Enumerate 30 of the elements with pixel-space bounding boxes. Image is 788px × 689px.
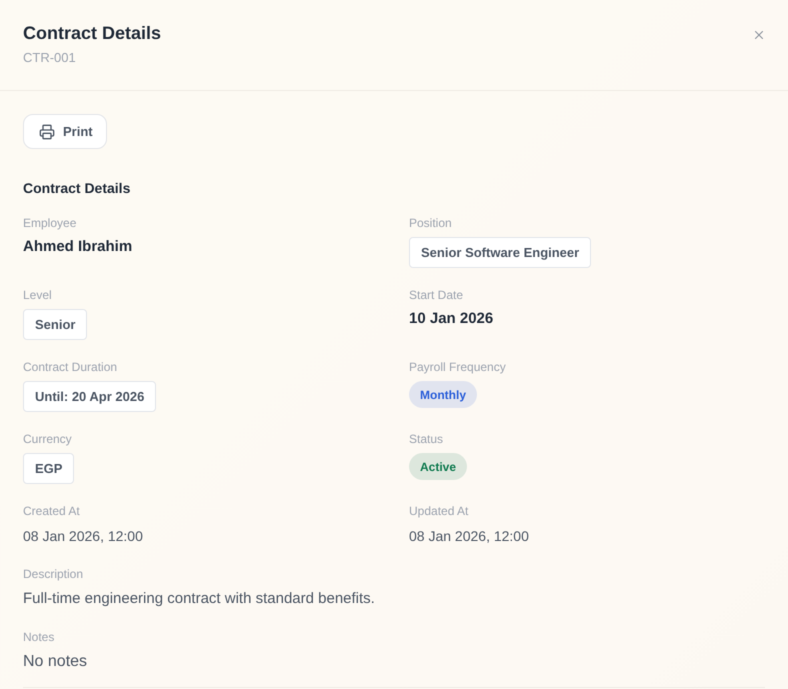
printer-icon [39, 124, 55, 140]
value-tag: EGP [23, 453, 74, 484]
field-label: Payroll Frequency [409, 360, 506, 375]
field-label: Description [23, 567, 84, 582]
field-label: Employee [23, 216, 76, 231]
value-tag: Until: 20 Apr 2026 [23, 381, 156, 412]
status-pill: Active [409, 453, 468, 480]
field-label: Currency [23, 432, 72, 447]
field-label: Notes [23, 630, 54, 645]
close-icon[interactable] [752, 28, 766, 42]
field-value: 08 Jan 2026, 12:00 [23, 527, 143, 546]
print-button[interactable]: Print [23, 114, 107, 149]
field-value: 10 Jan 2026 [409, 309, 494, 329]
notes-text: No notes [23, 652, 88, 672]
description-text: Full-time engineering contract with standard benefits. [23, 589, 375, 609]
field-value: Ahmed Ibrahim [23, 237, 132, 257]
field-label: Contract Duration [23, 360, 118, 375]
section-heading: Contract Details [23, 179, 132, 197]
field-label: Status [409, 432, 444, 447]
dialog-title: Contract Details [23, 22, 162, 45]
field-value: 08 Jan 2026, 12:00 [409, 527, 529, 546]
field-label: Created At [23, 504, 80, 519]
field-label: Level [23, 288, 52, 303]
status-pill: Monthly [409, 381, 477, 408]
field-label: Start Date [409, 288, 464, 303]
contract-id: CTR-001 [23, 49, 77, 67]
value-tag: Senior [23, 309, 88, 340]
field-label: Updated At [409, 504, 468, 519]
field-label: Position [409, 216, 452, 231]
value-tag: Senior Software Engineer [409, 237, 592, 268]
